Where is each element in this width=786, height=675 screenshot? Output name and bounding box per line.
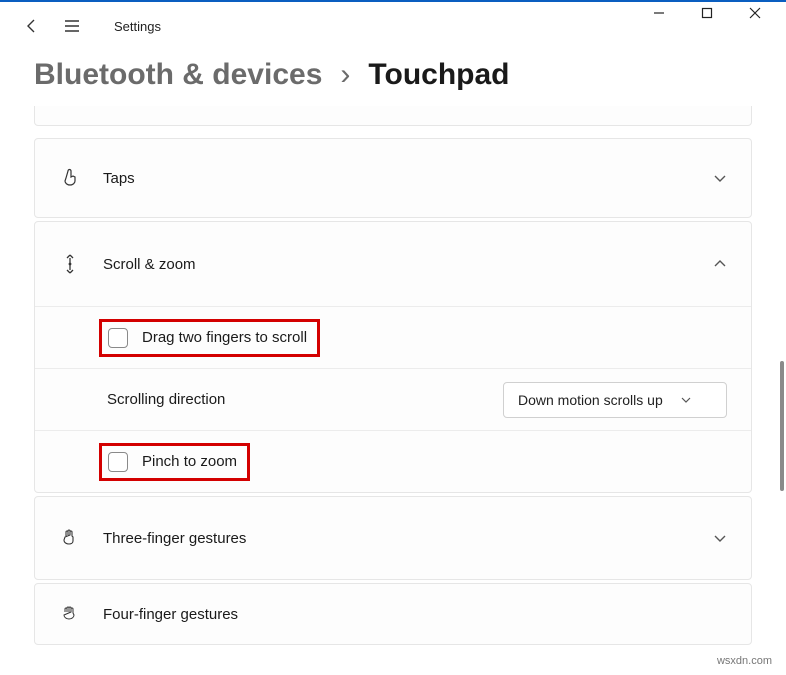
hand-tap-icon [59, 168, 81, 188]
breadcrumb-parent[interactable]: Bluetooth & devices [34, 58, 322, 92]
scrolling-direction-dropdown[interactable]: Down motion scrolls up [503, 382, 727, 418]
breadcrumb: Bluetooth & devices › Touchpad [0, 50, 786, 106]
card-three-finger[interactable]: Three-finger gestures [34, 496, 752, 580]
row-scroll-zoom-header[interactable]: Scroll & zoom [35, 222, 751, 306]
hand-four-icon [59, 604, 81, 624]
watermark: wsxdn.com [717, 655, 772, 667]
checkbox-pinch-to-zoom[interactable] [108, 452, 128, 472]
menu-button[interactable] [64, 18, 80, 34]
option-scrolling-direction: Scrolling direction Down motion scrolls … [35, 368, 751, 430]
card-cursor-speed[interactable]: Cursor speed [34, 106, 752, 126]
content-area: Cursor speed Taps Scroll & zoom [0, 106, 786, 658]
option-pinch-to-zoom[interactable]: Pinch to zoom [35, 430, 751, 492]
pinch-to-zoom-label: Pinch to zoom [142, 453, 237, 470]
minimize-button[interactable] [652, 6, 666, 20]
scroll-icon [59, 254, 81, 274]
scrolling-direction-label: Scrolling direction [107, 391, 489, 408]
chevron-up-icon [713, 257, 727, 271]
checkbox-drag-two-fingers[interactable] [108, 328, 128, 348]
card-four-finger[interactable]: Four-finger gestures [34, 583, 752, 645]
chevron-down-icon [713, 531, 727, 545]
three-finger-label: Three-finger gestures [103, 530, 691, 547]
hand-three-icon [59, 528, 81, 548]
four-finger-label: Four-finger gestures [103, 606, 727, 623]
taps-label: Taps [103, 170, 691, 187]
back-button[interactable] [24, 18, 40, 34]
breadcrumb-separator: › [340, 58, 350, 92]
option-drag-two-fingers[interactable]: Drag two fingers to scroll [35, 306, 751, 368]
breadcrumb-current: Touchpad [368, 58, 509, 92]
window-title: Settings [114, 19, 161, 34]
close-button[interactable] [748, 6, 762, 20]
card-taps[interactable]: Taps [34, 138, 752, 218]
scrolling-direction-value: Down motion scrolls up [518, 392, 663, 408]
highlight-box: Drag two fingers to scroll [99, 319, 320, 357]
highlight-box: Pinch to zoom [99, 443, 250, 481]
scrollbar-thumb[interactable] [780, 361, 784, 491]
titlebar: Settings [0, 2, 786, 50]
chevron-down-icon [681, 395, 691, 405]
scroll-zoom-label: Scroll & zoom [103, 256, 691, 273]
drag-two-fingers-label: Drag two fingers to scroll [142, 329, 307, 346]
maximize-button[interactable] [700, 6, 714, 20]
card-scroll-zoom: Scroll & zoom Drag two fingers to scroll… [34, 221, 752, 493]
chevron-down-icon [713, 171, 727, 185]
